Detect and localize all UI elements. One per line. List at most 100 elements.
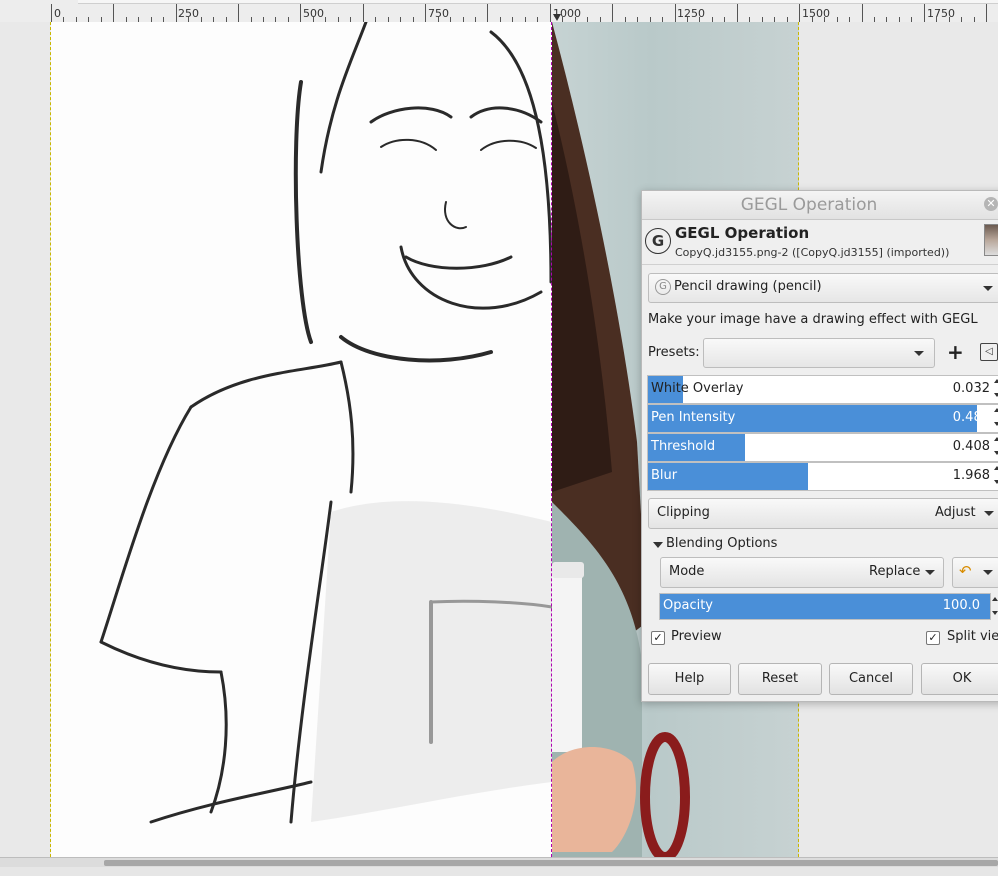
- blur-slider[interactable]: Blur 1.968: [647, 462, 998, 491]
- blending-options-expander[interactable]: Blending Options: [666, 536, 777, 551]
- preset-menu-icon[interactable]: ◁: [980, 343, 998, 361]
- expander-triangle-icon[interactable]: [653, 542, 663, 548]
- operation-select[interactable]: G Pencil drawing (pencil): [648, 273, 998, 303]
- slider-value[interactable]: 0.408: [953, 439, 990, 454]
- dialog-titlebar[interactable]: GEGL Operation ✕: [642, 191, 998, 220]
- image-boundary-left: [50, 22, 51, 867]
- chevron-down-icon: [984, 511, 994, 516]
- spin-up-icon[interactable]: [994, 408, 998, 412]
- header-subtitle: CopyQ.jd3155.png-2 ([CopyQ.jd3155] (impo…: [675, 246, 950, 259]
- white-overlay-spinner[interactable]: [992, 375, 998, 402]
- split-view-label: Split view: [947, 629, 998, 644]
- slider-label: Opacity: [663, 598, 714, 613]
- ruler-tick: [425, 4, 426, 22]
- spin-down-icon[interactable]: [992, 611, 998, 615]
- spin-down-icon[interactable]: [994, 480, 998, 484]
- add-preset-icon[interactable]: +: [947, 340, 964, 364]
- pen-intensity-slider[interactable]: Pen Intensity 0.480: [647, 404, 998, 433]
- split-view-guide[interactable]: [551, 22, 552, 867]
- chevron-down-icon: [925, 570, 935, 575]
- clipping-select[interactable]: Clipping Adjust: [648, 498, 998, 529]
- ruler-label: 1250: [677, 7, 705, 20]
- spin-up-icon[interactable]: [994, 379, 998, 383]
- pencil-preview-area: [51, 22, 554, 867]
- slider-value[interactable]: 0.480: [953, 410, 990, 425]
- ruler-pointer-marker: [553, 14, 561, 21]
- opacity-spinner[interactable]: [990, 593, 998, 618]
- chevron-down-icon: [983, 570, 993, 575]
- slider-label: White Overlay: [651, 381, 744, 396]
- composite-mode-select[interactable]: ↶: [952, 557, 998, 588]
- slider-value[interactable]: 0.032: [953, 381, 990, 396]
- chevron-down-icon: [983, 286, 993, 291]
- ruler-tick: [487, 4, 488, 22]
- spin-down-icon[interactable]: [994, 451, 998, 455]
- dialog-title: GEGL Operation: [740, 195, 878, 215]
- ruler-label: 250: [178, 7, 199, 20]
- blur-spinner[interactable]: [992, 462, 998, 489]
- mode-value: Replace: [869, 564, 921, 579]
- ruler-tick: [51, 4, 52, 22]
- pencil-sketch-drawing: [99, 22, 554, 824]
- chevron-down-icon: [914, 351, 924, 356]
- ruler-tick: [238, 4, 239, 22]
- ruler-label: 750: [428, 7, 449, 20]
- ruler-label: 0: [54, 7, 61, 20]
- ruler-tick: [675, 4, 676, 22]
- operation-description: Make your image have a drawing effect wi…: [648, 312, 978, 327]
- mode-label: Mode: [669, 564, 705, 579]
- presets-select[interactable]: [703, 338, 935, 368]
- scrollbar-thumb[interactable]: [104, 860, 998, 866]
- ruler-tick: [862, 4, 863, 22]
- reset-button[interactable]: Reset: [738, 663, 822, 695]
- clipping-label: Clipping: [657, 505, 710, 520]
- horizontal-ruler: 0 250 500 750 1000 1250 1500 1750: [0, 0, 998, 23]
- slider-label: Blur: [651, 468, 678, 483]
- mode-select[interactable]: Mode Replace: [660, 557, 944, 588]
- image-thumbnail: [984, 224, 998, 256]
- split-view-checkbox[interactable]: ✓: [926, 631, 940, 645]
- ok-button[interactable]: OK: [921, 663, 998, 695]
- cancel-button[interactable]: Cancel: [829, 663, 913, 695]
- ruler-tick: [363, 4, 364, 22]
- ruler-tick: [737, 4, 738, 22]
- close-icon[interactable]: ✕: [984, 197, 998, 211]
- clipping-value: Adjust: [935, 505, 976, 520]
- help-button[interactable]: Help: [648, 663, 731, 695]
- preview-label: Preview: [671, 629, 722, 644]
- horizontal-scrollbar[interactable]: [0, 857, 998, 867]
- spin-up-icon[interactable]: [994, 437, 998, 441]
- ruler-tick: [550, 4, 551, 22]
- gegl-logo-icon: G: [645, 228, 671, 254]
- spin-down-icon[interactable]: [994, 393, 998, 397]
- white-overlay-slider[interactable]: White Overlay 0.032: [647, 375, 998, 404]
- ruler-tick: [986, 4, 987, 22]
- operation-select-value: Pencil drawing (pencil): [674, 279, 822, 294]
- ruler-label: 1750: [927, 7, 955, 20]
- threshold-slider[interactable]: Threshold 0.408: [647, 433, 998, 462]
- preview-checkbox[interactable]: ✓: [651, 631, 665, 645]
- gegl-small-icon: G: [655, 279, 671, 295]
- ruler-label: 500: [303, 7, 324, 20]
- spin-up-icon[interactable]: [992, 597, 998, 601]
- ruler-tick: [300, 4, 301, 22]
- slider-value[interactable]: 100.0: [943, 598, 980, 613]
- slider-value[interactable]: 1.968: [953, 468, 990, 483]
- dialog-header: G GEGL Operation CopyQ.jd3155.png-2 ([Co…: [642, 220, 998, 265]
- ruler-tick: [799, 4, 800, 22]
- ruler-label: 1500: [802, 7, 830, 20]
- gegl-operation-dialog: GEGL Operation ✕ G GEGL Operation CopyQ.…: [641, 190, 998, 702]
- header-title: GEGL Operation: [675, 224, 810, 242]
- reset-arrow-icon: ↶: [959, 562, 972, 580]
- ruler-tick: [924, 4, 925, 22]
- spin-up-icon[interactable]: [994, 466, 998, 470]
- pen-intensity-spinner[interactable]: [992, 404, 998, 431]
- ruler-tick: [612, 4, 613, 22]
- presets-label: Presets:: [648, 345, 700, 360]
- opacity-slider[interactable]: Opacity 100.0: [659, 593, 991, 620]
- slider-label: Pen Intensity: [651, 410, 736, 425]
- ruler-top-strip: [78, 0, 998, 4]
- spin-down-icon[interactable]: [994, 422, 998, 426]
- threshold-spinner[interactable]: [992, 433, 998, 460]
- ruler-tick: [113, 4, 114, 22]
